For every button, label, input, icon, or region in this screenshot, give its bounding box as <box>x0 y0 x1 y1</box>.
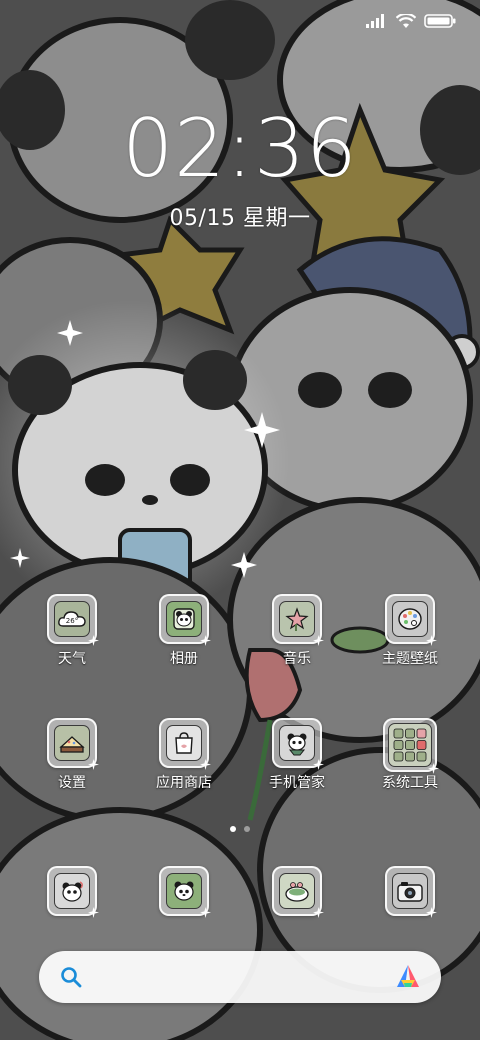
app-label: 系统工具 <box>382 775 438 791</box>
app-theme-wallpaper[interactable]: 主题壁纸 <box>355 594 465 668</box>
dock-app-browser[interactable] <box>242 866 352 918</box>
browser-cup-icon <box>272 866 324 918</box>
app-label: 相册 <box>170 651 198 667</box>
settings-cake-icon <box>47 718 99 770</box>
app-music[interactable]: 音乐 <box>242 594 352 668</box>
phone-panda-icon <box>47 866 99 918</box>
app-system-tools[interactable]: 系统工具 <box>355 718 465 792</box>
theme-palette-icon <box>385 594 437 646</box>
weather-cloud-icon: 26° <box>47 594 99 646</box>
camera-icon <box>385 866 437 918</box>
lockscreen-clock[interactable]: 02:36 <box>0 104 480 194</box>
signal-bars-icon <box>366 14 384 28</box>
phone-manager-panda-icon <box>272 718 324 770</box>
app-label: 音乐 <box>283 651 311 667</box>
gallery-panda-icon <box>159 594 211 646</box>
messages-panda-icon <box>159 866 211 918</box>
page-dot-1[interactable] <box>230 826 236 832</box>
lockscreen-date[interactable]: 05/15 星期一 <box>0 200 480 232</box>
app-gallery[interactable]: 相册 <box>129 594 239 668</box>
music-star-icon <box>272 594 324 646</box>
search-icon[interactable] <box>59 965 83 989</box>
app-label: 手机管家 <box>269 775 325 791</box>
dock-app-phone[interactable] <box>17 866 127 918</box>
app-settings[interactable]: 设置 <box>17 718 127 792</box>
app-label: 天气 <box>58 651 86 667</box>
battery-icon <box>424 14 456 28</box>
weather-temp-text: 26° <box>66 617 78 625</box>
dock-app-messages[interactable] <box>129 866 239 918</box>
system-tools-folder-icon <box>383 718 439 774</box>
home-search-bar[interactable] <box>39 951 441 1003</box>
status-bar <box>366 10 456 32</box>
app-app-store[interactable]: 应用商店 <box>129 718 239 792</box>
app-label: 设置 <box>58 775 86 791</box>
app-label: 主题壁纸 <box>382 651 438 667</box>
app-store-bag-icon <box>159 718 211 770</box>
app-phone-manager[interactable]: 手机管家 <box>242 718 352 792</box>
page-dot-2[interactable] <box>244 826 250 832</box>
dock-app-camera[interactable] <box>355 866 465 918</box>
app-label: 应用商店 <box>156 775 212 791</box>
app-weather[interactable]: 26° 天气 <box>17 594 127 668</box>
page-indicator[interactable] <box>0 826 480 832</box>
assistant-logo-icon[interactable] <box>393 963 423 991</box>
wifi-icon <box>396 13 416 28</box>
search-input[interactable] <box>95 961 379 995</box>
